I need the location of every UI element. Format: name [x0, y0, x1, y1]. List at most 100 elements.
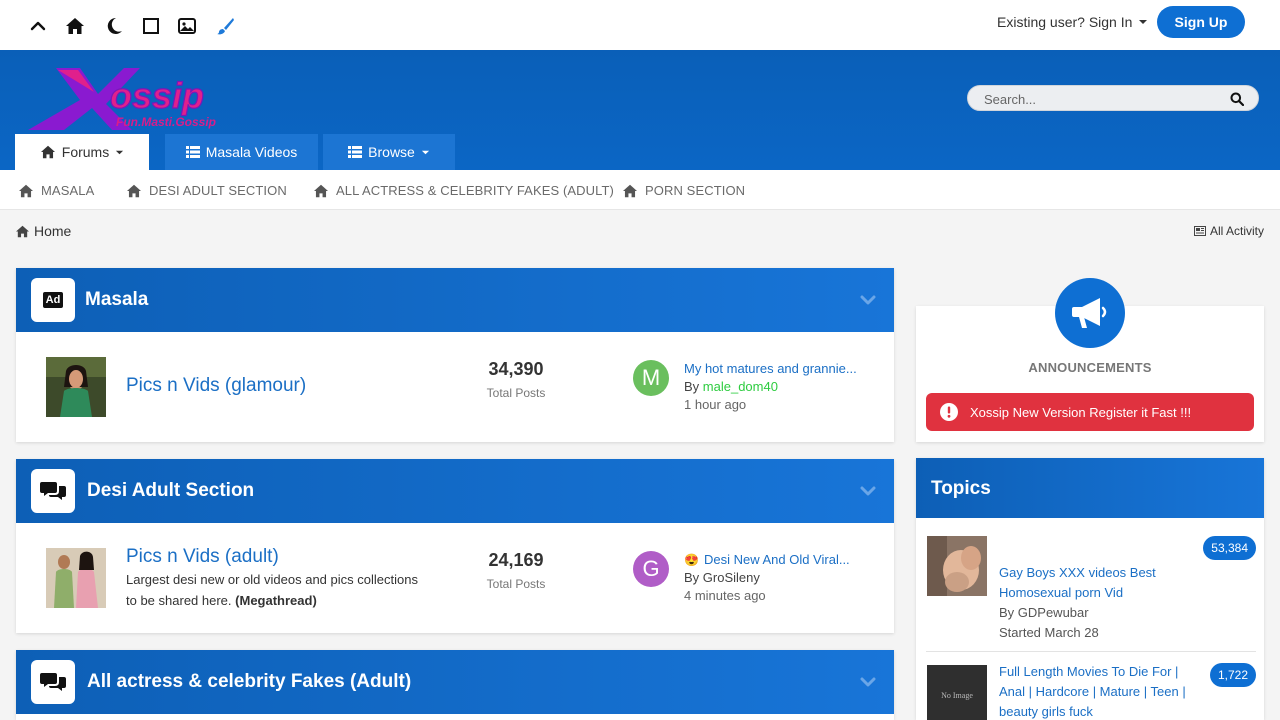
- subnav-item-porn-section[interactable]: PORN SECTION: [622, 183, 745, 198]
- breadcrumb-home: Home: [34, 223, 72, 239]
- tab-browse[interactable]: Browse: [323, 134, 455, 170]
- no-image-text: No Image: [941, 690, 973, 700]
- ad-icon: Ad: [31, 278, 75, 322]
- category-header[interactable]: Ad Masala: [16, 268, 894, 332]
- home-icon: [127, 184, 141, 197]
- caret-down-icon: [1139, 20, 1148, 24]
- topics-header: Topics: [916, 458, 1264, 518]
- category-desi-adult: Desi Adult Section Pics n Vids (adult) L…: [16, 459, 894, 633]
- list-icon: [185, 146, 200, 158]
- all-activity-label: All Activity: [1209, 224, 1264, 238]
- search-input[interactable]: [984, 90, 1224, 108]
- avatar[interactable]: G: [633, 551, 669, 587]
- sign-in-label: Existing user? Sign In: [997, 14, 1133, 30]
- subnav-item-celebrity-fakes[interactable]: ALL ACTRESS & CELEBRITY FAKES (ADULT): [313, 183, 614, 198]
- category-title: Desi Adult Section: [87, 480, 255, 501]
- svg-text:ossip: ossip: [110, 75, 204, 116]
- subnav-item-desi-adult[interactable]: DESI ADULT SECTION: [126, 183, 287, 198]
- post-count-value: 34,390: [488, 359, 544, 379]
- caret-down-icon: [421, 150, 429, 154]
- tab-browse-label: Browse: [368, 144, 415, 160]
- post-count-value: 24,169: [488, 550, 544, 570]
- category-title: Masala: [85, 289, 149, 310]
- topic-started: Started March 28: [999, 625, 1099, 640]
- topics-title: Topics: [931, 478, 991, 499]
- image-icon[interactable]: [177, 16, 197, 36]
- avatar[interactable]: M: [633, 360, 669, 396]
- subnav-item-label: ALL ACTRESS & CELEBRITY FAKES (ADULT): [336, 183, 614, 198]
- announcement-alert[interactable]: Xossip New Version Register it Fast !!!: [926, 393, 1254, 431]
- tab-masala-videos[interactable]: Masala Videos: [165, 134, 318, 170]
- search-box: [967, 85, 1259, 111]
- topic-thumbnail[interactable]: No Image: [927, 665, 987, 720]
- all-activity-link[interactable]: All Activity: [1193, 224, 1264, 238]
- forum-thumbnail[interactable]: [46, 357, 106, 417]
- sign-in-link[interactable]: Existing user? Sign In: [997, 14, 1148, 30]
- last-post-user[interactable]: male_dom40: [703, 379, 778, 394]
- chevron-down-icon[interactable]: [860, 484, 876, 498]
- topics-widget: Topics Gay Boys XXX videos Best Homosexu…: [916, 458, 1264, 720]
- home-icon: [40, 145, 55, 159]
- home-icon: [623, 184, 637, 197]
- last-post-author: By GroSileny: [684, 570, 760, 585]
- site-logo[interactable]: ossip Fun.Masti.Gossip: [28, 64, 248, 134]
- breadcrumb[interactable]: Home: [15, 223, 71, 239]
- forum-row: Pics n Vids (adult) Largest desi new or …: [16, 523, 894, 633]
- exclamation-circle-icon: [940, 403, 958, 421]
- forum-row: Pics n Vids (glamour) 34,390 Total Posts…: [16, 332, 894, 442]
- last-post: 😍 Desi New And Old Viral... By GroSileny …: [684, 551, 869, 605]
- forum-thumbnail[interactable]: [46, 548, 106, 608]
- category-header[interactable]: Desi Adult Section: [16, 459, 894, 523]
- category-header[interactable]: All actress & celebrity Fakes (Adult): [16, 650, 894, 714]
- last-post-title-text: Desi New And Old Viral...: [703, 552, 850, 567]
- category-masala: Ad Masala Pics n Vids (glamour) 34,390 T…: [16, 268, 894, 442]
- topic-count-badge: 53,384: [1203, 536, 1256, 560]
- bullhorn-icon: [1055, 278, 1125, 348]
- last-post-by-prefix: By: [684, 379, 700, 394]
- comments-icon: [31, 660, 75, 704]
- home-icon: [314, 184, 328, 197]
- home-icon: [19, 184, 33, 197]
- top-utility-bar: Existing user? Sign In Sign Up: [0, 0, 1280, 50]
- tab-forums[interactable]: Forums: [15, 134, 149, 170]
- forum-post-count: 24,169 Total Posts: [476, 550, 556, 591]
- topic-divider: [926, 651, 1256, 652]
- forum-description: Largest desi new or old videos and pics …: [126, 569, 426, 611]
- subnav-item-label: PORN SECTION: [645, 183, 746, 198]
- forum-title[interactable]: Pics n Vids (adult): [126, 546, 279, 568]
- moon-icon[interactable]: [104, 16, 124, 36]
- caret-down-icon: [116, 150, 124, 154]
- last-post-title[interactable]: My hot matures and grannie...: [684, 360, 869, 378]
- chevron-up-icon[interactable]: [28, 16, 48, 36]
- ad-icon-text: Ad: [42, 292, 64, 308]
- post-count-label: Total Posts: [486, 386, 546, 400]
- subnav-item-masala[interactable]: MASALA: [18, 183, 94, 198]
- forum-post-count: 34,390 Total Posts: [476, 359, 556, 400]
- chevron-down-icon[interactable]: [860, 675, 876, 689]
- topic-title[interactable]: Gay Boys XXX videos Best Homosexual porn…: [999, 563, 1204, 603]
- forum-title[interactable]: Pics n Vids (glamour): [126, 375, 306, 397]
- home-icon[interactable]: [65, 16, 85, 36]
- comments-icon: [31, 469, 75, 513]
- topic-count-badge: 1,722: [1209, 663, 1256, 687]
- newspaper-icon: [1193, 226, 1206, 236]
- last-post-title-text: My hot matures and grannie...: [684, 361, 857, 376]
- topic-title[interactable]: Full Length Movies To Die For | Anal | H…: [999, 662, 1204, 720]
- subnav-item-label: DESI ADULT SECTION: [149, 183, 287, 198]
- emoji-icon: 😍: [684, 553, 699, 567]
- square-icon[interactable]: [141, 16, 161, 36]
- announcement-text: Xossip New Version Register it Fast !!!: [970, 404, 1192, 420]
- tab-masala-videos-label: Masala Videos: [205, 144, 298, 160]
- search-icon[interactable]: [1230, 92, 1244, 106]
- forum-description-tag: (Megathread): [235, 593, 317, 608]
- last-post-time: 4 minutes ago: [684, 588, 766, 603]
- chevron-down-icon[interactable]: [860, 293, 876, 307]
- topic-author: By GDPewubar: [999, 605, 1089, 620]
- post-count-label: Total Posts: [486, 577, 546, 591]
- topic-thumbnail[interactable]: [927, 536, 987, 596]
- last-post-title[interactable]: 😍 Desi New And Old Viral...: [684, 551, 869, 569]
- brush-icon[interactable]: [215, 16, 235, 36]
- sign-up-button[interactable]: Sign Up: [1157, 6, 1245, 38]
- list-icon: [348, 146, 363, 158]
- svg-text:Fun.Masti.Gossip: Fun.Masti.Gossip: [116, 115, 216, 129]
